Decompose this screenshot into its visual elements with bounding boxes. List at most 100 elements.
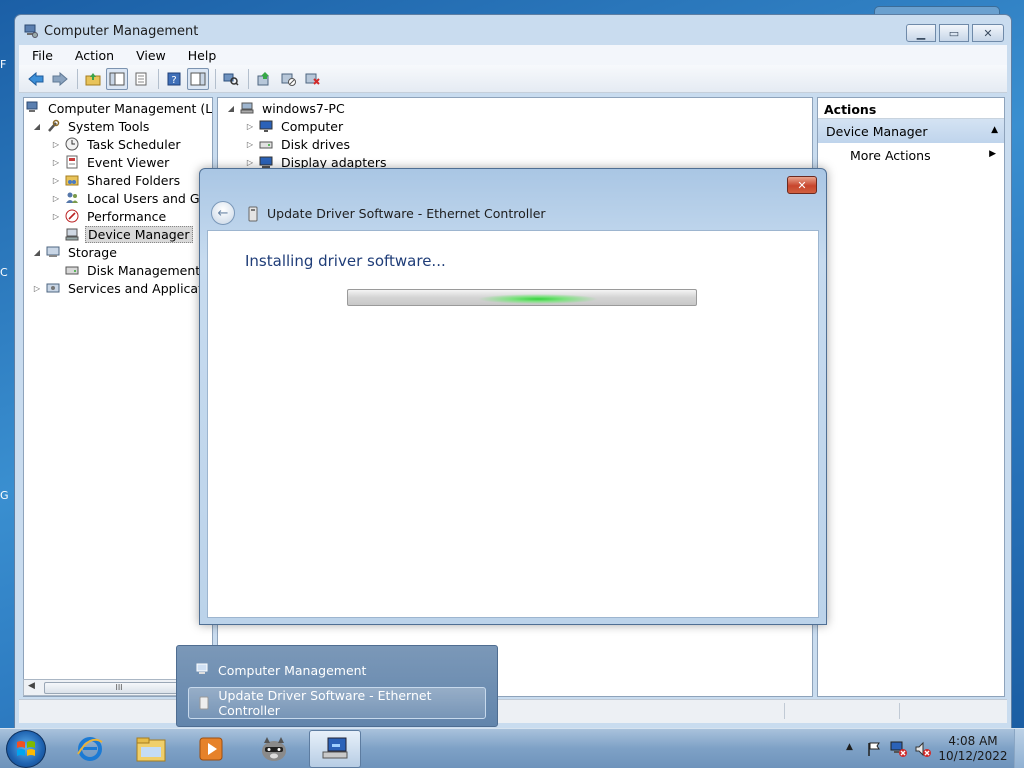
tree-item-storage[interactable]: ◢ Storage — [32, 243, 119, 261]
expand-icon[interactable]: ▷ — [51, 212, 61, 221]
collapse-icon[interactable]: ◢ — [32, 122, 42, 131]
dialog-content: Installing driver software... — [207, 230, 819, 618]
shared-folder-icon — [64, 172, 80, 188]
driver-wizard-icon — [197, 696, 210, 710]
disable-device-button[interactable] — [277, 68, 299, 90]
show-hide-tree-button[interactable] — [106, 67, 128, 90]
title-bar[interactable]: Computer Management ▁ ▭ ✕ — [15, 15, 1011, 45]
forward-button[interactable] — [49, 68, 71, 90]
clock-time: 4:08 AM — [948, 734, 998, 748]
expand-icon[interactable]: ▷ — [51, 176, 61, 185]
tree-item-disk-management[interactable]: Disk Management — [51, 261, 202, 279]
taskbar-media-player[interactable] — [185, 730, 237, 768]
expand-icon[interactable]: ▷ — [51, 140, 61, 149]
action-center-flag-icon[interactable] — [866, 741, 882, 757]
expand-icon[interactable]: ▷ — [51, 194, 61, 203]
taskbar-windows-explorer[interactable] — [125, 730, 177, 768]
system-clock[interactable]: 4:08 AM 10/12/2022 — [930, 734, 1016, 764]
device-category-computer[interactable]: ▷ Computer — [245, 117, 345, 135]
tree-item-local-users[interactable]: ▷ Local Users and Group — [51, 189, 212, 207]
minimize-button[interactable]: ▁ — [906, 24, 936, 42]
taskbar: ▲ 4:08 AM 10/12/2022 — [0, 728, 1024, 768]
popup-item-label: Update Driver Software - Ethernet Contro… — [218, 688, 432, 718]
device-category-disk-drives[interactable]: ▷ Disk drives — [245, 135, 352, 153]
show-hide-action-pane-button[interactable] — [187, 67, 209, 90]
start-button[interactable] — [6, 730, 46, 768]
menu-help[interactable]: Help — [175, 48, 226, 63]
actions-section-label: Device Manager — [826, 124, 928, 139]
show-hidden-icons-icon[interactable]: ▲ — [846, 742, 853, 752]
close-button[interactable]: ✕ — [972, 24, 1004, 42]
taskbar-internet-explorer[interactable] — [64, 730, 116, 768]
expand-icon[interactable]: ▷ — [51, 158, 61, 167]
status-divider — [784, 703, 785, 719]
tree-item-performance[interactable]: ▷ Performance — [51, 207, 168, 225]
dialog-close-button[interactable]: ✕ — [787, 176, 817, 194]
monitor-icon — [258, 118, 274, 134]
toolbar-separator — [158, 68, 159, 89]
scrollbar-thumb[interactable]: III — [44, 682, 194, 694]
uninstall-device-button[interactable] — [301, 68, 323, 90]
dialog-back-button[interactable]: ← — [211, 201, 235, 225]
show-desktop-button[interactable] — [1014, 729, 1024, 768]
collapse-up-icon[interactable]: ▲ — [991, 125, 998, 135]
help-icon: ? — [167, 72, 181, 86]
installing-heading: Installing driver software... — [245, 252, 446, 270]
close-icon: ✕ — [983, 26, 993, 40]
update-driver-dialog: ✕ ← Update Driver Software - Ethernet Co… — [199, 168, 827, 625]
device-tree-root[interactable]: ◢ windows7-PC — [226, 99, 347, 117]
console-tree: Computer Management (Local ◢ System Tool… — [23, 97, 213, 697]
device-label: Computer — [281, 118, 344, 134]
popup-item-update-driver[interactable]: Update Driver Software - Ethernet Contro… — [188, 687, 486, 719]
performance-icon — [64, 208, 80, 224]
taskbar-computer-management[interactable] — [309, 730, 361, 768]
tree-item-task-scheduler[interactable]: ▷ Task Scheduler — [51, 135, 183, 153]
maximize-icon: ▭ — [948, 26, 960, 40]
svg-text:?: ? — [171, 75, 176, 86]
disk-icon — [64, 262, 80, 278]
menu-view[interactable]: View — [123, 48, 175, 63]
scan-hardware-button[interactable] — [220, 68, 242, 90]
tree-item-device-manager[interactable]: Device Manager — [51, 225, 193, 243]
status-divider — [899, 703, 900, 719]
toolbar-separator — [77, 68, 78, 89]
toolbar-separator — [248, 68, 249, 89]
tree-item-root[interactable]: Computer Management (Local — [25, 99, 213, 117]
tree-label: System Tools — [68, 118, 150, 134]
desktop-icon-label-fragment: F — [0, 58, 7, 71]
help-button[interactable]: ? — [163, 68, 185, 90]
collapse-icon[interactable]: ◢ — [226, 104, 236, 113]
up-one-level-button[interactable] — [82, 68, 104, 90]
tree-item-shared-folders[interactable]: ▷ Shared Folders — [51, 171, 182, 189]
popup-item-computer-management[interactable]: Computer Management — [188, 654, 486, 686]
show-hide-tree-icon — [109, 72, 125, 85]
taskbar-raccoon-app[interactable] — [248, 730, 300, 768]
properties-button[interactable] — [130, 68, 152, 90]
tree-item-services[interactable]: ▷ Services and Applications — [32, 279, 212, 297]
tree-item-event-viewer[interactable]: ▷ Event Viewer — [51, 153, 171, 171]
computer-management-icon — [196, 663, 210, 677]
tree-item-system-tools[interactable]: ◢ System Tools — [32, 117, 151, 135]
more-actions-item[interactable]: More Actions ▶ — [818, 143, 1004, 167]
computer-management-icon — [25, 100, 41, 116]
network-disconnected-icon[interactable] — [890, 740, 908, 758]
pc-icon — [239, 100, 255, 116]
event-viewer-icon — [64, 154, 80, 170]
menu-action[interactable]: Action — [62, 48, 123, 63]
tree-label: Computer Management (Local — [48, 100, 213, 116]
maximize-button[interactable]: ▭ — [939, 24, 969, 42]
device-label: Disk drives — [281, 136, 350, 152]
expand-icon[interactable]: ▷ — [245, 122, 255, 131]
expand-icon[interactable]: ▷ — [32, 284, 42, 293]
collapse-icon[interactable]: ◢ — [32, 248, 42, 257]
back-button[interactable] — [25, 68, 47, 90]
raccoon-icon — [262, 737, 286, 761]
menu-file[interactable]: File — [19, 48, 62, 63]
update-driver-button[interactable] — [253, 68, 275, 90]
expand-icon[interactable]: ▷ — [245, 140, 255, 149]
back-arrow-icon — [28, 71, 44, 86]
expand-icon[interactable]: ▷ — [245, 158, 255, 167]
actions-section-device-manager[interactable]: Device Manager ▲ — [818, 119, 1004, 143]
scroll-left-icon[interactable]: ◀ — [28, 681, 35, 691]
device-manager-icon — [64, 226, 80, 242]
